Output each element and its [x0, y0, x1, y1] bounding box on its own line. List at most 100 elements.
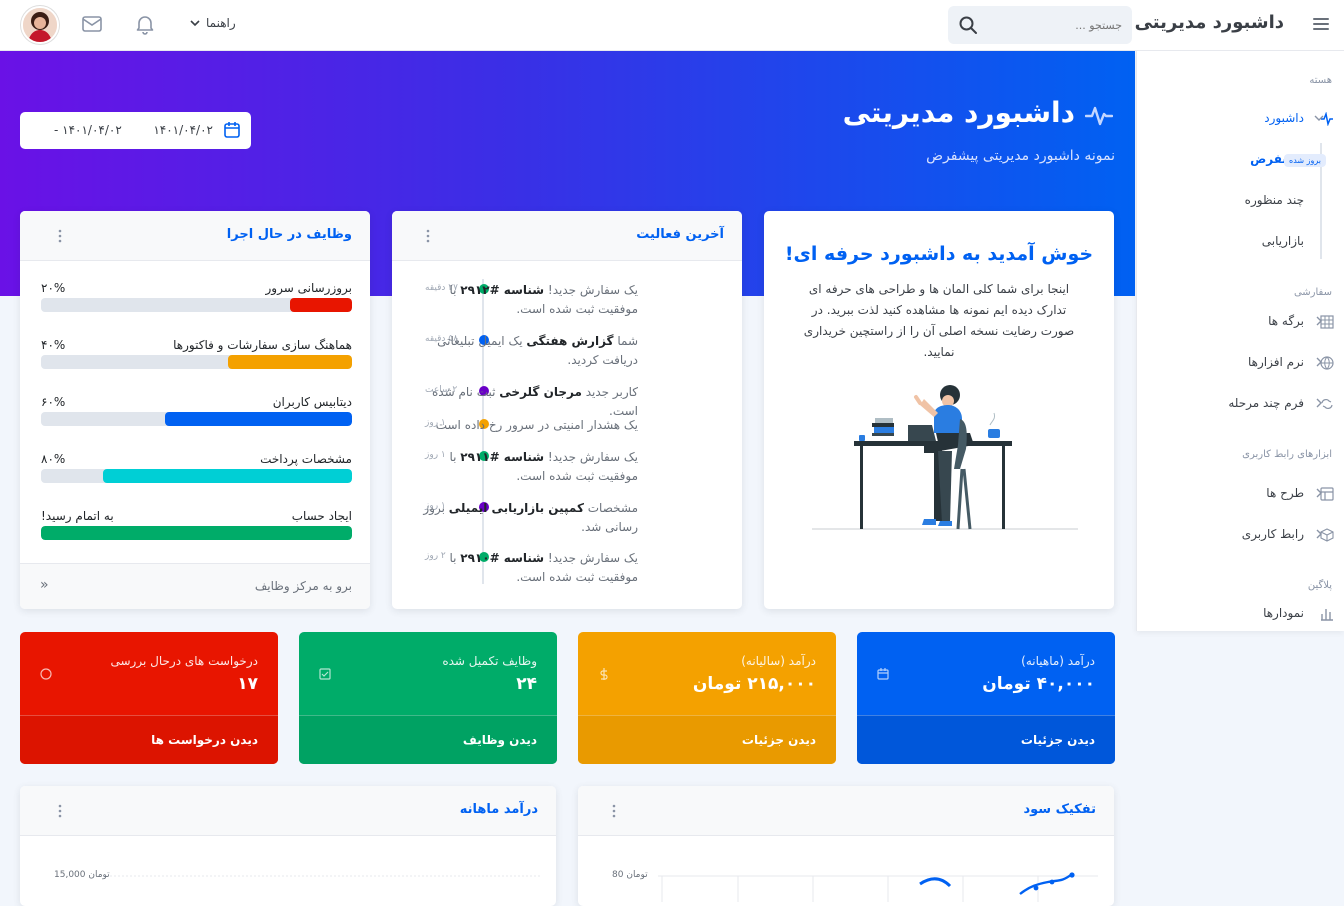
card-title: درآمد ماهانه — [459, 802, 538, 817]
page-subtitle: نمونه داشبورد مدیریتی پیشفرض — [926, 148, 1115, 164]
more-vertical-icon[interactable] — [426, 229, 430, 243]
card-header: تفکیک سود — [578, 786, 1114, 836]
stat-link[interactable]: دیدن وظایف — [463, 733, 537, 747]
stat-label: درخواست های درحال بررسی — [110, 654, 259, 668]
stat-value: ۲۱۵,۰۰۰ تومان — [692, 674, 816, 694]
task-progress-value: ۶۰% — [41, 395, 66, 409]
stat-value: ۱۷ — [237, 674, 258, 694]
stat-card: درخواست های درحال بررسی ۱۷ دیدن درخواست ها — [20, 632, 278, 764]
chevron-down-icon — [1314, 115, 1324, 121]
stat-card: درآمد (ماهیانه) ۴۰,۰۰۰ تومان دیدن جزئیات — [857, 632, 1115, 764]
sidebar-item-layouts[interactable]: طرح ها — [1136, 476, 1344, 512]
timeline-text-highlight[interactable]: گزارش هفتگی — [526, 334, 613, 348]
date-range-picker[interactable]: ۱۴۰۱/۰۴/۰۲ - ۱۴۰۱/۰۴/۰۲ — [20, 112, 251, 149]
user-avatar[interactable] — [21, 6, 59, 44]
sidebar-item-software[interactable]: نرم افزارها — [1136, 345, 1344, 381]
menu-toggle-icon[interactable] — [1312, 15, 1330, 33]
timeline-text-pre: یک سفارش جدید! — [544, 283, 638, 297]
sidebar-item-dashboard[interactable]: داشبورد — [1136, 101, 1344, 137]
chevron-left-icon — [1316, 316, 1322, 326]
more-vertical-icon[interactable] — [612, 804, 616, 818]
timeline-text: یک سفارش جدید! شناسه #۲۹۱۱ با موفقیت ثبت… — [410, 448, 638, 486]
task-progress-fill — [103, 469, 352, 483]
task-row: هماهنگ سازی سفارشات و فاکتورها ۴۰% — [41, 338, 352, 378]
timeline-text: مشخصات کمپین بازاریابی ایمیلی بروز رسانی… — [410, 499, 638, 537]
welcome-card: خوش آمدید به داشبورد حرفه ای! اینجا برای… — [764, 211, 1114, 609]
timeline-text-highlight[interactable]: شناسه #۲۹۱۲ — [460, 283, 544, 297]
task-progress-bar — [41, 298, 352, 312]
card-header: درآمد ماهانه — [20, 786, 556, 836]
chevron-left-icon — [1316, 488, 1322, 498]
sidebar-subitem-marketing[interactable]: بازاریابی — [1262, 234, 1304, 248]
calendar-icon — [224, 122, 240, 138]
task-progress-bar — [41, 469, 352, 483]
task-label: بروزرسانی سرور — [265, 281, 352, 295]
tasks-card: وظایف در حال اجرا بروزرسانی سرور ۲۰% هماهن… — [20, 211, 370, 609]
bar-chart-icon — [1321, 609, 1333, 621]
task-progress-value: ۲۰% — [41, 281, 66, 295]
brand-title[interactable]: داشبورد مدیریتی — [1135, 12, 1284, 33]
card-header: آخرین فعالیت — [392, 211, 742, 261]
task-row: مشخصات پرداخت ۸۰% — [41, 452, 352, 492]
stat-card: وظایف تکمیل شده ۲۴ دیدن وظایف — [299, 632, 557, 764]
stat-link[interactable]: دیدن درخواست ها — [151, 733, 258, 747]
more-vertical-icon[interactable] — [58, 804, 62, 818]
tasks-center-link[interactable]: برو به مرکز وظایف — [255, 579, 352, 593]
chevron-left-icon — [1316, 357, 1322, 367]
bell-icon[interactable] — [134, 13, 156, 35]
task-progress-fill — [289, 298, 352, 312]
sidebar-item-label: داشبورد — [1264, 111, 1304, 125]
timeline-text-highlight[interactable]: شناسه #۲۹۱۱ — [460, 450, 544, 464]
activity-icon — [1085, 106, 1113, 126]
y-axis-tick: 80 تومان — [612, 870, 648, 880]
search-input[interactable] — [992, 14, 1122, 36]
stat-footer[interactable]: دیدن وظایف — [299, 715, 557, 764]
stat-label: درآمد (سالیانه) — [741, 654, 816, 668]
check-square-icon — [319, 668, 331, 680]
sidebar-item-charts[interactable]: نمودارها — [1136, 596, 1344, 632]
timeline-text-pre: یک سفارش جدید! — [544, 551, 638, 565]
stat-footer[interactable]: دیدن جزئیات — [578, 715, 836, 764]
sidebar: هسته داشبورد پیشفرض بروز شده چند منظوره … — [1136, 51, 1344, 631]
timeline-text-highlight[interactable]: شناسه #۲۹۱۰ — [460, 551, 544, 565]
timeline-text-pre: یک سفارش جدید! — [544, 450, 638, 464]
stat-link[interactable]: دیدن جزئیات — [742, 733, 816, 747]
timeline-text-highlight[interactable]: مرجان گلرخی — [499, 385, 582, 399]
mail-icon[interactable] — [81, 13, 103, 35]
sidebar-item-label: طرح ها — [1266, 486, 1304, 500]
date-to: - ۱۴۰۱/۰۴/۰۲ — [54, 123, 122, 137]
task-progress-bar — [41, 412, 352, 426]
sidebar-subitem-multipurpose[interactable]: چند منظوره — [1245, 193, 1304, 207]
working-woman-illustration — [812, 385, 1078, 530]
profit-breakdown-card: تفکیک سود 80 تومان — [578, 786, 1114, 906]
sidebar-item-label: نمودارها — [1263, 606, 1304, 620]
stat-value: ۴۰,۰۰۰ تومان — [982, 674, 1095, 694]
timeline-text-pre: مشخصات — [583, 501, 638, 515]
sidebar-item-label: برگه ها — [1268, 314, 1304, 328]
timeline-text: شما گزارش هفتگی یک ایمیل تبلیغاتی دریافت… — [410, 332, 638, 370]
more-vertical-icon[interactable] — [58, 229, 62, 243]
sidebar-item-label: رابط کاربری — [1241, 527, 1304, 541]
task-progress-value: ۸۰% — [41, 452, 66, 466]
task-label: هماهنگ سازی سفارشات و فاکتورها — [173, 338, 352, 352]
stat-footer[interactable]: دیدن جزئیات — [857, 715, 1115, 764]
card-header: وظایف در حال اجرا — [20, 211, 370, 261]
timeline-text-pre: شما — [613, 334, 638, 348]
card-footer[interactable]: برو به مرکز وظایف » — [20, 563, 370, 609]
sidebar-item-multistep-form[interactable]: فرم چند مرحله — [1136, 386, 1344, 422]
help-menu[interactable]: راهنما — [190, 16, 236, 30]
sidebar-item-ui[interactable]: رابط کاربری — [1136, 517, 1344, 553]
stat-card: درآمد (سالیانه) ۲۱۵,۰۰۰ تومان دیدن جزئیات — [578, 632, 836, 764]
timeline-text-highlight[interactable]: کمپین بازاریابی ایمیلی — [449, 501, 584, 515]
sidebar-heading-custom: سفارشی — [1293, 287, 1332, 298]
stat-link[interactable]: دیدن جزئیات — [1021, 733, 1095, 747]
help-menu-label: راهنما — [206, 16, 236, 30]
sidebar-item-pages[interactable]: برگه ها — [1136, 304, 1344, 340]
search-icon[interactable] — [958, 15, 978, 35]
stat-footer[interactable]: دیدن درخواست ها — [20, 715, 278, 764]
task-label: مشخصات پرداخت — [260, 452, 352, 466]
calendar-icon — [877, 668, 889, 680]
sidebar-heading-plugins: پلاگین — [1307, 580, 1332, 591]
task-label: ایجاد حساب — [291, 509, 352, 523]
chevron-down-icon — [190, 20, 200, 27]
